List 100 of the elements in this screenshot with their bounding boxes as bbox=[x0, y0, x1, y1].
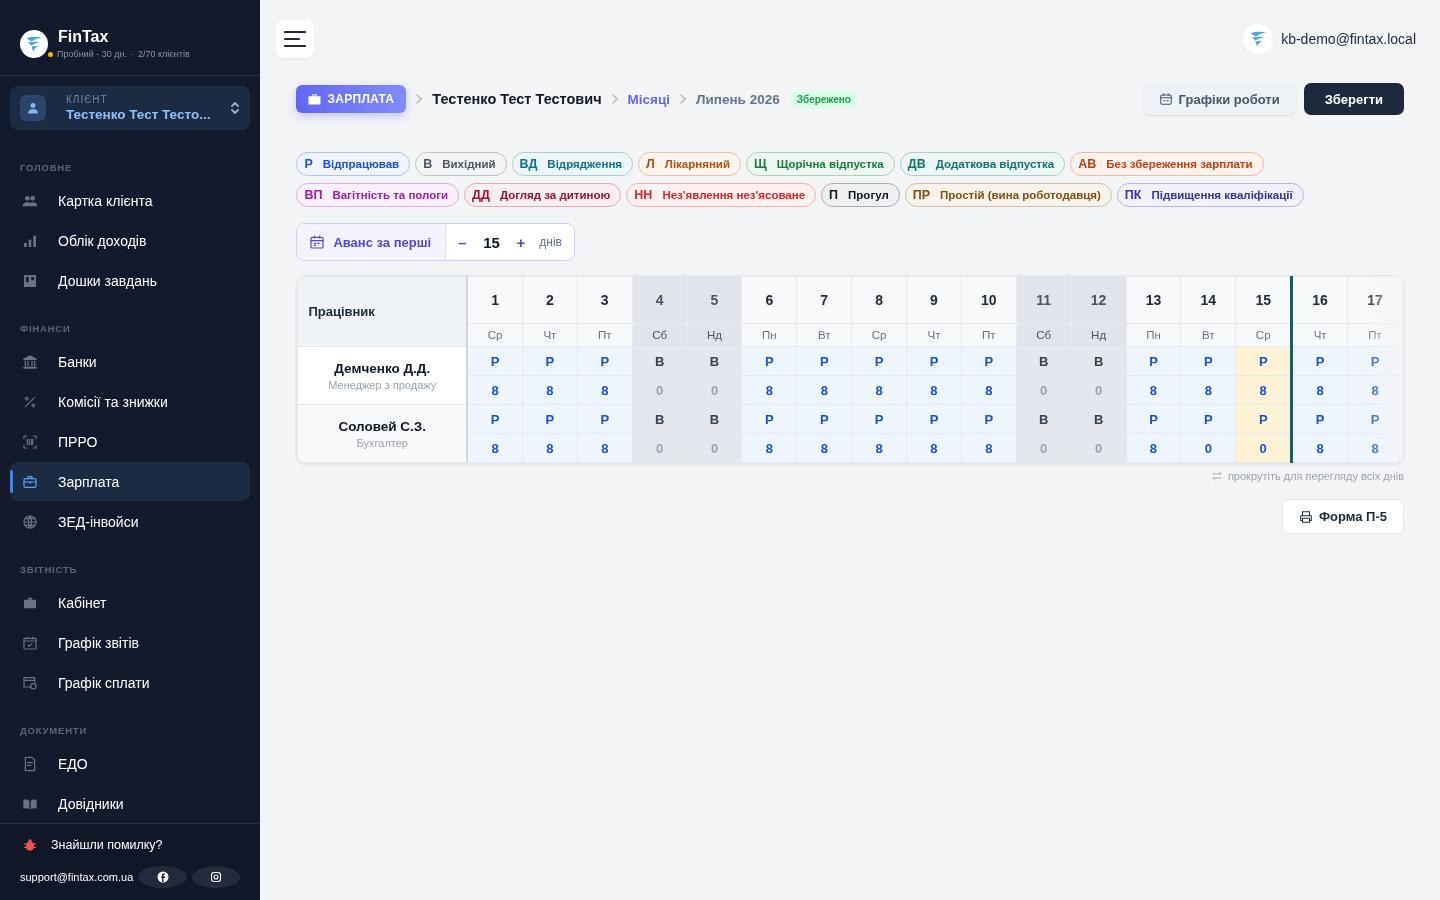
legend-code: Л bbox=[646, 157, 655, 171]
client-label: КЛІЄНТ bbox=[66, 94, 109, 105]
employee-name: Демченко Д.Д. bbox=[333, 360, 432, 376]
legend-code: ДВ bbox=[907, 157, 926, 171]
barcode-icon bbox=[22, 433, 38, 450]
legend-label: Відпрацював bbox=[322, 158, 400, 170]
day-code-cell[interactable]: Р bbox=[1235, 404, 1292, 434]
document-icon bbox=[22, 755, 38, 772]
sidebar-item[interactable]: Кабінет bbox=[10, 583, 251, 622]
calendar-coin-icon bbox=[22, 674, 38, 691]
day-number: 5 bbox=[687, 276, 742, 324]
client-selector[interactable]: КЛІЄНТ Тестенко Тест Тесто... bbox=[10, 86, 251, 130]
bank-icon bbox=[22, 353, 38, 370]
legend-label: Щорічна відпустка bbox=[776, 158, 884, 170]
day-number: 9 bbox=[906, 276, 962, 324]
sidebar-item[interactable]: Зарплата bbox=[10, 462, 251, 501]
sidebar-item[interactable]: ПРРО bbox=[10, 422, 251, 461]
day-number: 15 bbox=[1235, 276, 1292, 324]
day-number: 3 bbox=[577, 276, 633, 324]
day-number: 14 bbox=[1180, 276, 1236, 324]
advance-label: Аванс за перші bbox=[297, 224, 447, 260]
day-number: 11 bbox=[1016, 276, 1072, 324]
day-number: 13 bbox=[1126, 276, 1181, 324]
advance-days-value[interactable]: 15 bbox=[478, 233, 505, 251]
facebook-icon[interactable] bbox=[138, 866, 187, 888]
hours-cell[interactable]: 8 bbox=[1291, 433, 1348, 463]
board-icon bbox=[22, 272, 38, 289]
increment-button[interactable]: + bbox=[504, 233, 538, 251]
support-email: support@fintax.com.ua bbox=[20, 871, 134, 883]
client-name: Тестенко Тест Тесто... bbox=[66, 107, 211, 122]
scroll-hint: прокрутіть для перегляду всіх днів bbox=[1227, 470, 1404, 482]
section-title: ФІНАНСИ bbox=[19, 322, 72, 336]
hours-cell[interactable]: 8 bbox=[1126, 375, 1181, 405]
separator: · bbox=[130, 49, 134, 59]
print-form-button[interactable]: Форма П-5 bbox=[1282, 499, 1404, 534]
chevron-icon bbox=[611, 94, 618, 104]
day-code-cell[interactable]: Р bbox=[1126, 346, 1181, 376]
plan-label: Пробний - 30 дн. bbox=[57, 49, 127, 59]
chevron-icon bbox=[416, 94, 423, 104]
employee-position: Менеджер з продажу bbox=[327, 378, 438, 391]
legend-code: НН bbox=[634, 188, 653, 202]
hours-cell[interactable]: 0 bbox=[1235, 433, 1292, 463]
globe-icon bbox=[22, 513, 38, 530]
legend-code: П bbox=[829, 188, 839, 202]
legend-code: Р bbox=[304, 157, 313, 171]
breadcrumb-period: Липень 2026 bbox=[696, 91, 780, 107]
day-number: 4 bbox=[632, 276, 688, 324]
sidebar-item[interactable]: ЕДО bbox=[10, 744, 251, 783]
day-code-cell[interactable]: Р bbox=[1235, 346, 1292, 376]
status-badge: Збережено bbox=[789, 90, 858, 108]
day-code-cell[interactable]: Р bbox=[467, 346, 523, 376]
menu-button[interactable] bbox=[276, 20, 315, 58]
day-code-cell[interactable]: Р bbox=[467, 404, 523, 434]
day-code-cell[interactable]: В bbox=[687, 404, 742, 434]
legend-label: Без збереження зарплати bbox=[1106, 158, 1253, 170]
legend-code: В bbox=[423, 157, 433, 171]
hours-cell[interactable]: 8 bbox=[467, 433, 523, 463]
logo-icon bbox=[20, 29, 48, 58]
column-header: Працівник bbox=[297, 276, 468, 347]
legend-code: ВД bbox=[519, 157, 538, 171]
sidebar-item[interactable]: Графік звітів bbox=[10, 623, 251, 662]
sidebar-item[interactable]: Довідники bbox=[10, 784, 251, 823]
sidebar-item[interactable]: Дошки завдань bbox=[10, 261, 251, 300]
day-code-cell[interactable]: Р bbox=[1291, 346, 1348, 376]
save-button[interactable]: Зберегти bbox=[1303, 83, 1404, 115]
sidebar-item[interactable]: Банки bbox=[10, 342, 251, 381]
legend-code: АВ bbox=[1078, 157, 1097, 171]
sidebar-item[interactable]: Графік сплати bbox=[10, 663, 251, 702]
calendar-icon bbox=[1158, 92, 1173, 106]
breadcrumb-client[interactable]: Тестенко Тест Тестович bbox=[432, 91, 602, 107]
sidebar-item[interactable]: Картка клієнта bbox=[10, 181, 251, 220]
day-number: 7 bbox=[796, 276, 852, 324]
breadcrumb-link[interactable]: Місяці bbox=[627, 91, 671, 107]
day-code-cell[interactable]: Р bbox=[1126, 404, 1181, 434]
legend-code: ДД bbox=[472, 188, 490, 202]
legend-label: Підвищення кваліфікації bbox=[1151, 189, 1293, 201]
day-code-cell[interactable]: В bbox=[687, 346, 742, 376]
day-code-cell[interactable]: Р bbox=[1291, 404, 1348, 434]
day-number: 17 bbox=[1347, 276, 1403, 324]
calendar-icon bbox=[22, 634, 38, 651]
briefcase-icon bbox=[308, 93, 322, 105]
day-number: 12 bbox=[1071, 276, 1127, 324]
bug-icon bbox=[23, 838, 37, 852]
day-number: 8 bbox=[851, 276, 907, 324]
day-number: 1 bbox=[467, 276, 523, 324]
legend-code: ПК bbox=[1124, 188, 1142, 202]
sidebar-item[interactable]: Комісії та знижки bbox=[10, 382, 251, 421]
sidebar-item[interactable]: Облік доходів bbox=[10, 221, 251, 260]
hours-cell[interactable]: 8 bbox=[1126, 433, 1181, 463]
module-badge[interactable]: ЗАРПЛАТА bbox=[296, 85, 407, 113]
hours-cell[interactable]: 8 bbox=[1235, 375, 1292, 405]
hours-cell[interactable]: 8 bbox=[467, 375, 523, 405]
schedules-button[interactable]: Графіки роботи bbox=[1142, 83, 1296, 115]
user-email[interactable]: kb-demo@fintax.local bbox=[1281, 31, 1416, 47]
sidebar-item[interactable]: ЗЕД-інвойси bbox=[10, 502, 251, 541]
hours-cell[interactable]: 8 bbox=[1291, 375, 1348, 405]
legend-code: Щ bbox=[754, 157, 767, 171]
decrement-button[interactable]: – bbox=[446, 233, 479, 251]
legend-label: Додаткова відпустка bbox=[935, 158, 1055, 170]
bug-report-link[interactable]: Знайшли помилку? bbox=[20, 838, 241, 852]
